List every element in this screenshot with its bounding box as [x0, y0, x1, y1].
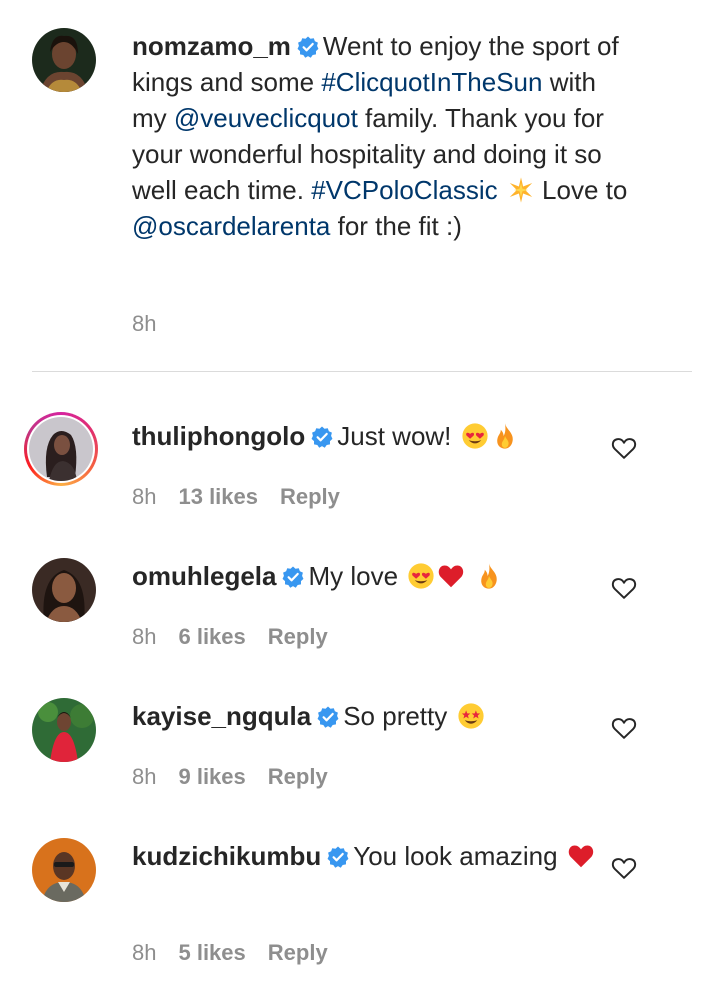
comment-username[interactable]: kayise_ngqula: [132, 701, 311, 731]
comment-text: omuhlegela My love: [132, 558, 632, 594]
divider: [32, 371, 692, 372]
verified-icon: [282, 566, 304, 588]
comment-username[interactable]: thuliphongolo: [132, 421, 305, 451]
comment-meta: 8h 5 likes Reply: [132, 940, 350, 966]
avatar-image: [32, 838, 96, 902]
red-heart-icon: [437, 562, 465, 590]
caption-text-part: for the fit :): [330, 211, 462, 241]
post-caption: nomzamo_m Went to enjoy the sport of king…: [0, 0, 720, 372]
like-heart-icon[interactable]: [610, 574, 638, 602]
comment-username[interactable]: omuhlegela: [132, 561, 276, 591]
story-ring[interactable]: [24, 412, 98, 486]
timestamp: 8h: [132, 940, 157, 965]
comment-body: You look amazing: [353, 841, 558, 871]
comment-meta: 8h 9 likes Reply: [132, 764, 350, 790]
timestamp: 8h: [132, 624, 157, 649]
avatar[interactable]: [32, 558, 96, 622]
star-struck-icon: [457, 702, 485, 730]
reply-button[interactable]: Reply: [268, 624, 328, 649]
comment-username[interactable]: kudzichikumbu: [132, 841, 321, 871]
comment-text: thuliphongolo Just wow!: [132, 418, 632, 454]
verified-icon: [317, 706, 339, 728]
like-heart-icon[interactable]: [610, 854, 638, 882]
likes-count[interactable]: 5 likes: [178, 940, 245, 965]
like-heart-icon[interactable]: [610, 434, 638, 462]
reply-button[interactable]: Reply: [268, 764, 328, 789]
verified-icon: [311, 426, 333, 448]
mention-link[interactable]: @veuveclicquot: [174, 103, 358, 133]
reply-button[interactable]: Reply: [268, 940, 328, 965]
caption-username[interactable]: nomzamo_m: [132, 31, 291, 61]
hashtag-link[interactable]: #VCPoloClassic: [311, 175, 497, 205]
hashtag-link[interactable]: #ClicquotInTheSun: [321, 67, 542, 97]
avatar-image: [29, 417, 93, 481]
comment-body: Just wow!: [337, 421, 452, 451]
red-heart-icon: [567, 842, 595, 870]
avatar-image: [32, 28, 96, 92]
avatar-image: [32, 698, 96, 762]
like-heart-icon[interactable]: [610, 714, 638, 742]
sparkle-icon: [507, 176, 535, 204]
mention-link[interactable]: @oscardelarenta: [132, 211, 330, 241]
likes-count[interactable]: 6 likes: [178, 624, 245, 649]
caption-text: nomzamo_m Went to enjoy the sport of king…: [132, 28, 632, 244]
caption-text-part: Love to: [534, 175, 628, 205]
avatar[interactable]: [29, 417, 93, 481]
verified-icon: [327, 846, 349, 868]
timestamp: 8h: [132, 484, 157, 509]
likes-count[interactable]: 13 likes: [178, 484, 258, 509]
avatar-image: [32, 558, 96, 622]
avatar[interactable]: [32, 838, 96, 902]
avatar[interactable]: [32, 28, 96, 92]
heart-eyes-icon: [407, 562, 435, 590]
likes-count[interactable]: 9 likes: [178, 764, 245, 789]
comment-meta: 8h 6 likes Reply: [132, 624, 350, 650]
comment-body: So pretty: [343, 701, 448, 731]
timestamp: 8h: [132, 311, 157, 336]
fire-icon: [475, 562, 503, 590]
reply-button[interactable]: Reply: [280, 484, 340, 509]
comment-text: kudzichikumbu You look amazing: [132, 838, 632, 874]
caption-meta: 8h: [132, 311, 178, 337]
comment-text: kayise_ngqula So pretty: [132, 698, 632, 734]
timestamp: 8h: [132, 764, 157, 789]
avatar[interactable]: [32, 698, 96, 762]
comment-meta: 8h 13 likes Reply: [132, 484, 362, 510]
verified-icon: [297, 36, 319, 58]
fire-icon: [491, 422, 519, 450]
comment-body: My love: [308, 561, 399, 591]
heart-eyes-icon: [461, 422, 489, 450]
